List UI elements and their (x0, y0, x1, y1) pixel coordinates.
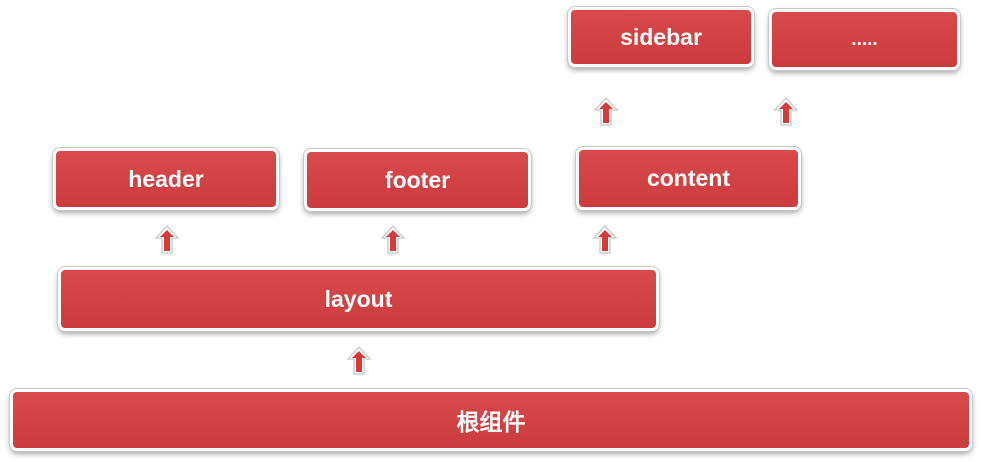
node-content: content (576, 147, 801, 210)
node-more-label: ..... (851, 28, 878, 50)
node-sidebar: sidebar (568, 7, 754, 67)
node-content-label: content (646, 165, 731, 191)
node-more: ..... (769, 9, 960, 70)
node-header: header (53, 148, 279, 210)
arrow-up-icon (592, 224, 618, 256)
arrow-up-icon (380, 224, 406, 256)
node-footer: footer (304, 149, 531, 211)
arrow-up-icon (346, 345, 372, 377)
node-root: 根组件 (10, 389, 972, 451)
node-footer-label: footer (384, 166, 451, 193)
node-layout: layout (58, 267, 659, 331)
arrow-up-icon (154, 224, 180, 256)
node-root-label: 根组件 (456, 409, 526, 435)
node-layout-label: layout (324, 285, 393, 312)
arrow-up-icon (593, 96, 619, 128)
node-header-label: header (128, 165, 204, 192)
arrow-up-icon (773, 96, 799, 128)
node-sidebar-label: sidebar (620, 23, 702, 50)
